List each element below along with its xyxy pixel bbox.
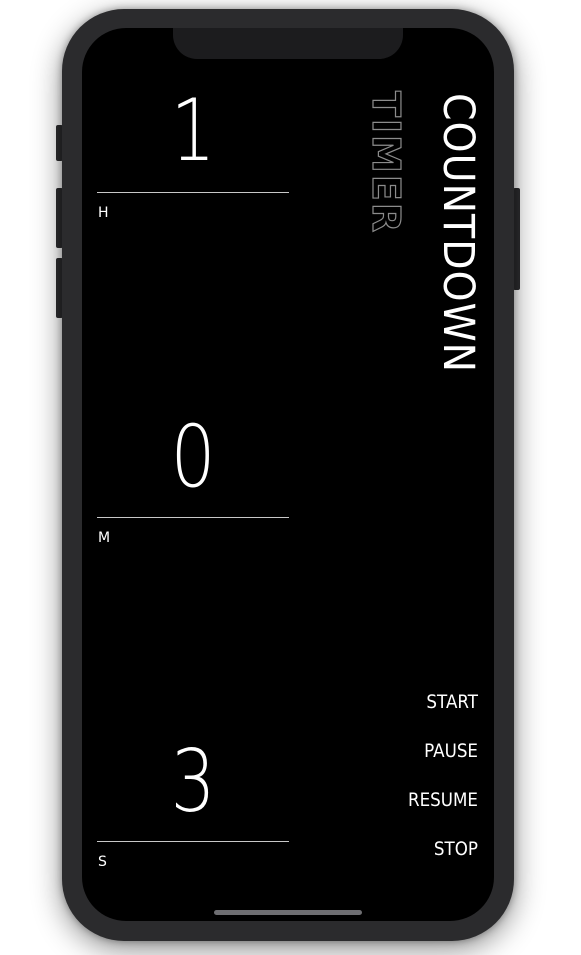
seconds-divider	[97, 841, 289, 842]
pause-button[interactable]: PAUSE	[355, 739, 478, 763]
start-button[interactable]: START	[355, 690, 478, 714]
seconds-value: 3	[170, 732, 216, 832]
timer-controls: START PAUSE RESUME STOP	[338, 690, 478, 886]
minutes-divider	[97, 517, 289, 518]
app-screen: COUNTDOWN TIMER 1 H 0 M 3 S START PAUSE …	[82, 28, 494, 921]
seconds-label: S	[98, 854, 107, 870]
power-button	[513, 188, 520, 290]
minutes-label: M	[98, 530, 111, 546]
minutes-value: 0	[170, 407, 216, 507]
app-subtitle: TIMER	[363, 90, 408, 235]
hours-label: H	[98, 205, 109, 221]
hours-value: 1	[170, 81, 216, 181]
home-indicator[interactable]	[214, 910, 362, 915]
device-notch	[173, 28, 403, 59]
resume-button[interactable]: RESUME	[355, 788, 478, 812]
stop-button[interactable]: STOP	[355, 837, 478, 861]
app-title: COUNTDOWN	[433, 93, 483, 374]
hours-divider	[97, 192, 289, 193]
